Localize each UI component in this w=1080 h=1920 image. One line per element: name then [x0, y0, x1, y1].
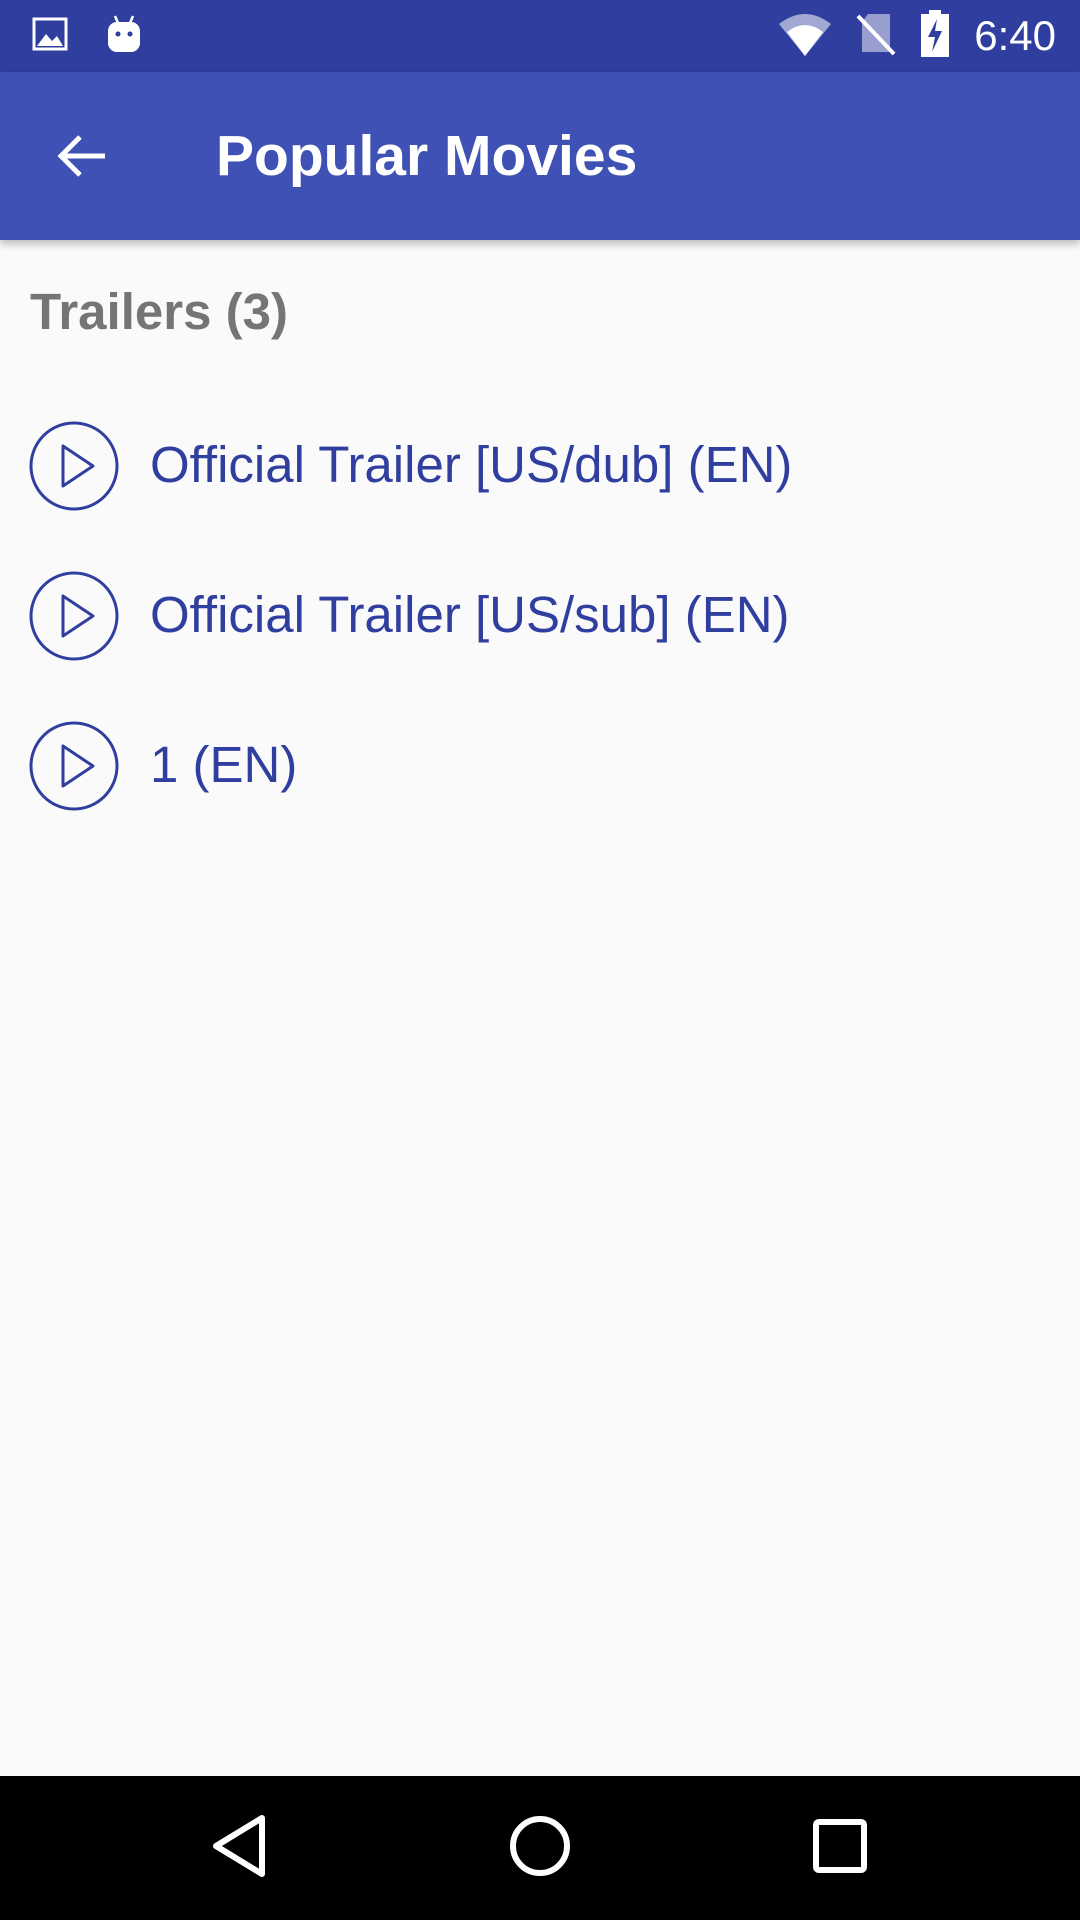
image-icon	[32, 16, 68, 57]
arrow-back-icon	[55, 129, 109, 188]
trailer-label: Official Trailer [US/dub] (EN)	[150, 436, 793, 493]
status-bar-right-icons: 6:40	[778, 0, 1056, 72]
trailer-item[interactable]: 1 (EN)	[0, 690, 1080, 840]
app-bar: Popular Movies	[0, 72, 1080, 240]
back-triangle-icon	[210, 1814, 270, 1883]
play-circle-icon	[29, 421, 119, 511]
recents-square-icon	[812, 1818, 868, 1879]
trailer-item[interactable]: Official Trailer [US/sub] (EN)	[0, 540, 1080, 690]
back-button[interactable]	[40, 116, 124, 200]
play-circle-icon	[29, 571, 119, 661]
battery-charging-icon	[920, 9, 950, 63]
status-bar: 6:40	[0, 0, 1080, 72]
trailer-list: Official Trailer [US/dub] (EN) Official …	[0, 390, 1080, 840]
trailers-section-title: Trailers (3)	[30, 283, 288, 340]
wifi-icon	[778, 12, 832, 61]
trailer-label: 1 (EN)	[150, 736, 298, 793]
home-circle-icon	[508, 1814, 572, 1883]
android-icon	[106, 14, 142, 59]
navigation-bar	[0, 1776, 1080, 1920]
no-sim-icon	[856, 12, 896, 61]
main-content: Trailers (3) Official Trailer [US/dub] (…	[0, 240, 1080, 1776]
nav-recents-button[interactable]	[790, 1798, 890, 1898]
trailer-label: Official Trailer [US/sub] (EN)	[150, 586, 790, 643]
nav-back-button[interactable]	[190, 1798, 290, 1898]
page-title: Popular Movies	[216, 124, 638, 188]
trailer-item[interactable]: Official Trailer [US/dub] (EN)	[0, 390, 1080, 540]
status-clock: 6:40	[974, 12, 1056, 59]
status-bar-left-icons	[32, 0, 142, 72]
nav-home-button[interactable]	[490, 1798, 590, 1898]
play-circle-icon	[29, 721, 119, 811]
